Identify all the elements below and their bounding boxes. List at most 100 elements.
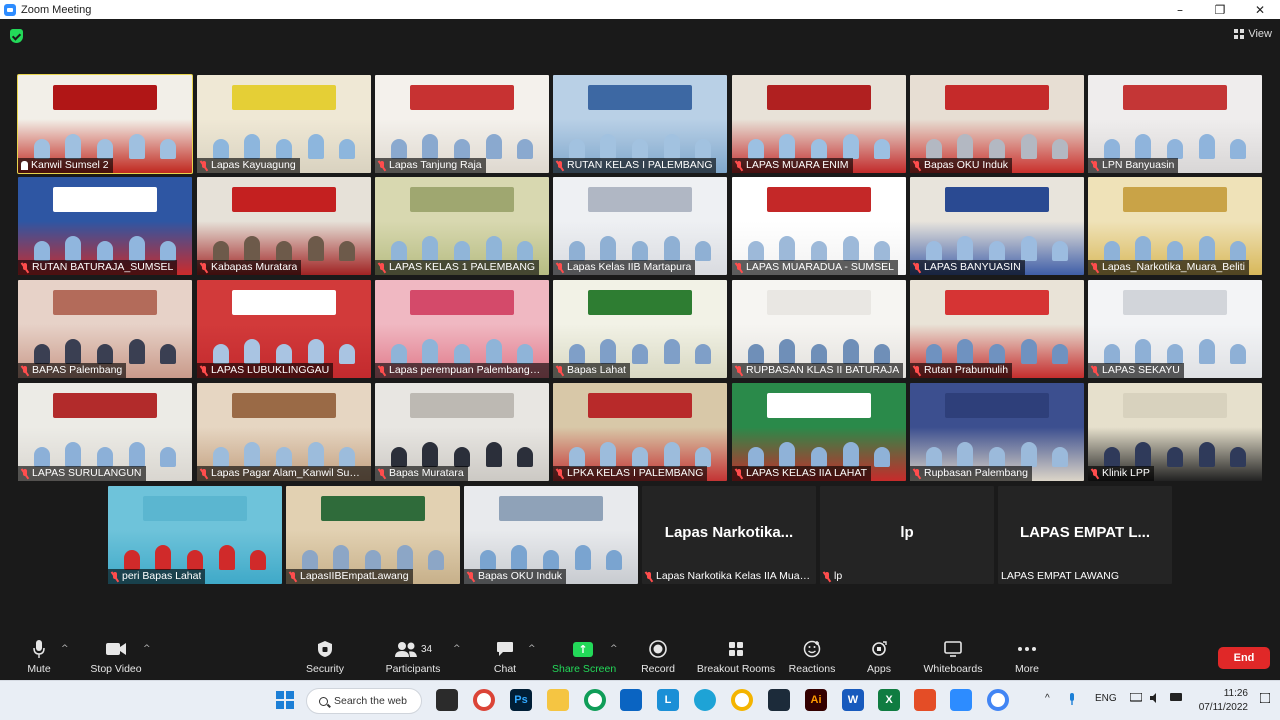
video-options-chevron-icon[interactable]: ^ <box>143 644 151 654</box>
reactions-smiley-icon <box>788 638 836 660</box>
video-tile[interactable]: LAPAS BANYUASIN <box>910 177 1084 275</box>
video-tile[interactable]: LAPAS LUBUKLINGGAU <box>197 280 371 378</box>
audio-options-chevron-icon[interactable]: ^ <box>61 644 69 654</box>
mute-button[interactable]: Mute <box>20 638 58 675</box>
stop-video-button[interactable]: Stop Video <box>88 638 144 675</box>
windows-start-icon[interactable] <box>274 689 296 711</box>
chrome-profile-icon[interactable] <box>584 689 606 711</box>
video-tile[interactable]: LAPAS SURULANGUN <box>18 383 192 481</box>
encryption-shield-icon[interactable] <box>10 29 23 43</box>
video-tile[interactable]: Lapas Kelas IIB Martapura <box>553 177 727 275</box>
muted-microphone-icon <box>289 571 297 582</box>
video-tile[interactable]: LapasIIBEmpatLawang <box>286 486 460 584</box>
video-tile[interactable]: Bapas Lahat <box>553 280 727 378</box>
backdrop-banner <box>766 186 872 213</box>
photoshop-icon[interactable]: Ps <box>510 689 532 711</box>
person-figure <box>96 447 113 467</box>
mail-icon[interactable] <box>620 689 642 711</box>
edge-icon[interactable] <box>694 689 716 711</box>
view-button[interactable]: View <box>1234 25 1272 43</box>
video-tile[interactable]: peri Bapas Lahat <box>108 486 282 584</box>
video-tile[interactable]: Rupbasan Palembang <box>910 383 1084 481</box>
file-explorer-icon[interactable] <box>547 689 569 711</box>
chat-chevron-icon[interactable]: ^ <box>528 644 536 654</box>
video-tile[interactable]: Rutan Prabumulih <box>910 280 1084 378</box>
powerpoint-icon[interactable] <box>914 689 936 711</box>
language-indicator[interactable]: ENG <box>1095 693 1117 704</box>
video-tile[interactable]: LAPAS MUARADUA - SUMSEL <box>732 177 906 275</box>
zoom-app-icon <box>4 3 16 16</box>
video-tile[interactable]: RUTAN KELAS I PALEMBANG <box>553 75 727 173</box>
task-view-icon[interactable] <box>436 689 458 711</box>
video-tile[interactable]: Lapas Pagar Alam_Kanwil Sumsel <box>197 383 371 481</box>
video-tile[interactable]: Klinik LPP <box>1088 383 1262 481</box>
video-tile[interactable]: Kabapas Muratara <box>197 177 371 275</box>
taskbar-search[interactable]: Search the web <box>306 688 422 714</box>
video-tile[interactable]: LPN Banyuasin <box>1088 75 1262 173</box>
video-tile[interactable]: Bapas Muratara <box>375 383 549 481</box>
video-tile[interactable]: LAPAS KELAS IIA LAHAT <box>732 383 906 481</box>
share-screen-button[interactable]: ↑ Share Screen <box>552 638 616 675</box>
learning-app-icon[interactable]: L <box>657 689 679 711</box>
participants-chevron-icon[interactable]: ^ <box>453 644 461 654</box>
person-figure <box>339 139 356 159</box>
person-figure <box>631 447 648 467</box>
video-tile[interactable]: LAPAS EMPAT L... LAPAS EMPAT LAWANG <box>998 486 1172 584</box>
maximize-button[interactable]: ❐ <box>1200 0 1240 19</box>
media-player-icon[interactable] <box>768 689 790 711</box>
muted-microphone-icon <box>378 160 386 171</box>
person-figure <box>600 339 617 364</box>
chrome-second-icon[interactable] <box>731 689 753 711</box>
participants-button[interactable]: 34 Participants <box>380 638 446 675</box>
person-figure <box>453 139 470 159</box>
minimize-button[interactable]: – <box>1160 0 1200 19</box>
video-tile[interactable]: lp lp <box>820 486 994 584</box>
record-button[interactable]: Record <box>638 638 678 675</box>
video-tile[interactable]: LAPAS KELAS 1 PALEMBANG <box>375 177 549 275</box>
video-tile[interactable]: Lapas_Narkotika_Muara_Beliti <box>1088 177 1262 275</box>
notification-icon[interactable] <box>1259 692 1271 706</box>
muted-microphone-icon <box>1091 262 1099 273</box>
video-tile[interactable]: LPKA KELAS I PALEMBANG <box>553 383 727 481</box>
video-tile[interactable]: LAPAS SEKAYU <box>1088 280 1262 378</box>
tray-microphone-icon[interactable] <box>1068 693 1076 708</box>
excel-icon[interactable]: X <box>878 689 900 711</box>
security-button[interactable]: Security <box>302 638 348 675</box>
video-tile[interactable]: RUPBASAN KLAS II BATURAJA <box>732 280 906 378</box>
apps-button[interactable]: Apps <box>862 638 896 675</box>
video-tile[interactable]: Lapas Tanjung Raja <box>375 75 549 173</box>
chrome-third-icon[interactable] <box>987 689 1009 711</box>
participant-name: RUTAN BATURAJA_SUMSEL <box>32 261 174 273</box>
tray-chevron-up-icon[interactable]: ^ <box>1045 693 1050 704</box>
video-tile[interactable]: Bapas OKU Induk <box>464 486 638 584</box>
zoom-taskbar-icon[interactable] <box>950 689 972 711</box>
more-button[interactable]: More <box>1010 638 1044 675</box>
person-figure <box>65 236 82 261</box>
video-tile[interactable]: RUTAN BATURAJA_SUMSEL <box>18 177 192 275</box>
battery-icon[interactable] <box>1170 693 1184 704</box>
video-tile[interactable]: LAPAS MUARA ENIM <box>732 75 906 173</box>
reactions-button[interactable]: Reactions <box>788 638 836 675</box>
video-tile[interactable]: Lapas perempuan Palembang_Ra... <box>375 280 549 378</box>
share-chevron-icon[interactable]: ^ <box>610 644 618 654</box>
video-tile[interactable]: Lapas Narkotika... Lapas Narkotika Kelas … <box>642 486 816 584</box>
person-figure <box>1166 344 1183 364</box>
clock-time: 11:26 <box>1223 688 1248 699</box>
video-tile[interactable]: Kanwil Sumsel 2 <box>17 74 193 174</box>
whiteboards-button[interactable]: Whiteboards <box>922 638 984 675</box>
taskbar-clock[interactable]: 11:26 07/11/2022 <box>1196 687 1248 715</box>
volume-icon[interactable] <box>1150 693 1162 706</box>
chat-button[interactable]: Chat <box>488 638 522 675</box>
illustrator-icon[interactable]: Ai <box>805 689 827 711</box>
breakout-rooms-label: Breakout Rooms <box>696 663 776 675</box>
chrome-icon[interactable] <box>473 689 495 711</box>
video-tile[interactable]: Bapas OKU Induk <box>910 75 1084 173</box>
breakout-rooms-button[interactable]: Breakout Rooms <box>696 638 776 675</box>
word-icon[interactable]: W <box>842 689 864 711</box>
close-button[interactable]: ✕ <box>1240 0 1280 19</box>
video-tile[interactable]: Lapas Kayuagung <box>197 75 371 173</box>
video-tile[interactable]: BAPAS Palembang <box>18 280 192 378</box>
network-icon[interactable] <box>1129 692 1143 706</box>
end-meeting-button[interactable]: End <box>1218 647 1270 669</box>
backdrop-banner <box>944 289 1050 316</box>
